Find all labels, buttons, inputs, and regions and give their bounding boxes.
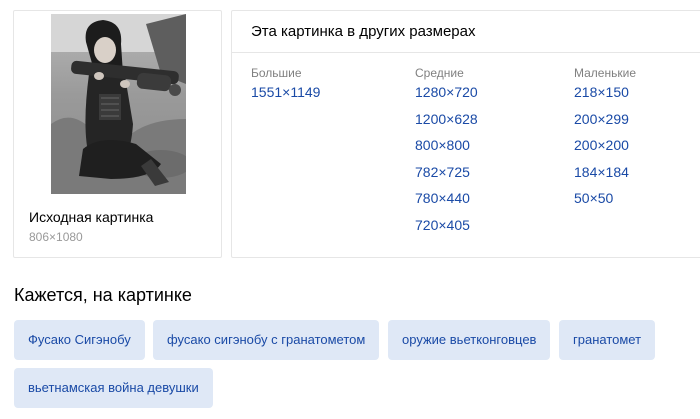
tag-chip[interactable]: Фусако Сигэнобу bbox=[14, 320, 145, 360]
size-link[interactable]: 1280×720 bbox=[415, 84, 478, 111]
source-photo bbox=[51, 14, 186, 194]
tags-section-title: Кажется, на картинке bbox=[14, 285, 192, 305]
size-column-label: Большие bbox=[251, 66, 302, 80]
size-column-small: Маленькие 218×150 200×299 200×200 184×18… bbox=[574, 65, 636, 217]
size-column-medium: Средние 1280×720 1200×628 800×800 782×72… bbox=[415, 65, 478, 244]
size-link[interactable]: 720×405 bbox=[415, 217, 478, 244]
size-link[interactable]: 800×800 bbox=[415, 137, 478, 164]
size-column-label: Средние bbox=[415, 66, 464, 80]
other-sizes-header: Эта картинка в других размерах bbox=[232, 11, 700, 53]
size-column-label: Маленькие bbox=[574, 66, 636, 80]
tag-chip[interactable]: гранатомет bbox=[559, 320, 656, 360]
size-link[interactable]: 200×299 bbox=[574, 111, 636, 138]
other-sizes-card: Эта картинка в других размерах Большие 1… bbox=[231, 10, 700, 258]
source-image-title: Исходная картинка bbox=[29, 209, 154, 225]
source-image-size: 806×1080 bbox=[29, 230, 83, 244]
source-image-card[interactable]: Исходная картинка 806×1080 bbox=[13, 10, 222, 258]
size-column-large: Большие 1551×1149 bbox=[251, 65, 320, 111]
source-image-thumbnail[interactable] bbox=[51, 14, 186, 194]
tag-chip[interactable]: оружие вьетконговцев bbox=[388, 320, 551, 360]
size-link[interactable]: 50×50 bbox=[574, 190, 636, 217]
page: Исходная картинка 806×1080 Эта картинка … bbox=[0, 0, 700, 419]
size-link[interactable]: 780×440 bbox=[415, 190, 478, 217]
size-link[interactable]: 782×725 bbox=[415, 164, 478, 191]
size-link[interactable]: 184×184 bbox=[574, 164, 636, 191]
size-link[interactable]: 218×150 bbox=[574, 84, 636, 111]
tag-chip[interactable]: вьетнамская война девушки bbox=[14, 368, 213, 408]
size-link[interactable]: 200×200 bbox=[574, 137, 636, 164]
size-link[interactable]: 1551×1149 bbox=[251, 84, 320, 111]
tag-chip[interactable]: фусако сигэнобу с гранатометом bbox=[153, 320, 380, 360]
size-link[interactable]: 1200×628 bbox=[415, 111, 478, 138]
